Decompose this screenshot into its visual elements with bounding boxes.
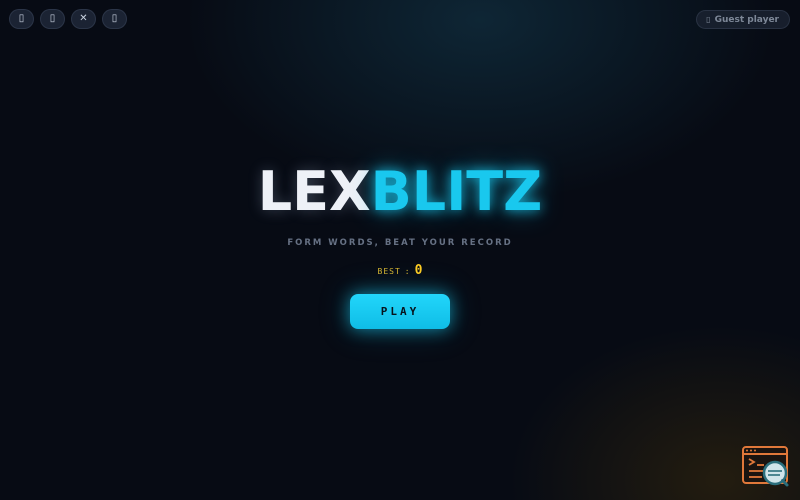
close-button[interactable]: ✕ — [71, 9, 96, 29]
help-icon: ▯ — [111, 13, 118, 24]
guest-player-label: Guest player — [714, 14, 779, 25]
main-menu: LEXBLITZ FORM WORDS, BEAT YOUR RECORD BE… — [0, 160, 800, 329]
tagline: FORM WORDS, BEAT YOUR RECORD — [287, 238, 513, 248]
best-score-label: BEST — [377, 267, 401, 276]
help-button[interactable]: ▯ — [102, 9, 127, 29]
logo-text-blitz: BLITZ — [370, 160, 543, 223]
code-window-search-icon[interactable] — [742, 446, 790, 488]
settings-icon: ▯ — [18, 13, 25, 24]
close-icon: ✕ — [79, 13, 88, 24]
guest-player-button[interactable]: ▯ Guest player — [696, 10, 790, 29]
best-score-separator: : — [404, 267, 410, 276]
top-toolbar: ▯ ▯ ✕ ▯ — [9, 9, 127, 29]
best-score: BEST : 0 — [0, 263, 800, 278]
logo-text-lex: LEX — [257, 160, 371, 223]
game-logo: LEXBLITZ — [0, 160, 800, 224]
sound-icon: ▯ — [49, 13, 56, 24]
sound-button[interactable]: ▯ — [40, 9, 65, 29]
best-score-value: 0 — [414, 263, 423, 278]
settings-button[interactable]: ▯ — [9, 9, 34, 29]
user-icon: ▯ — [706, 15, 711, 24]
play-button[interactable]: PLAY — [350, 294, 450, 329]
